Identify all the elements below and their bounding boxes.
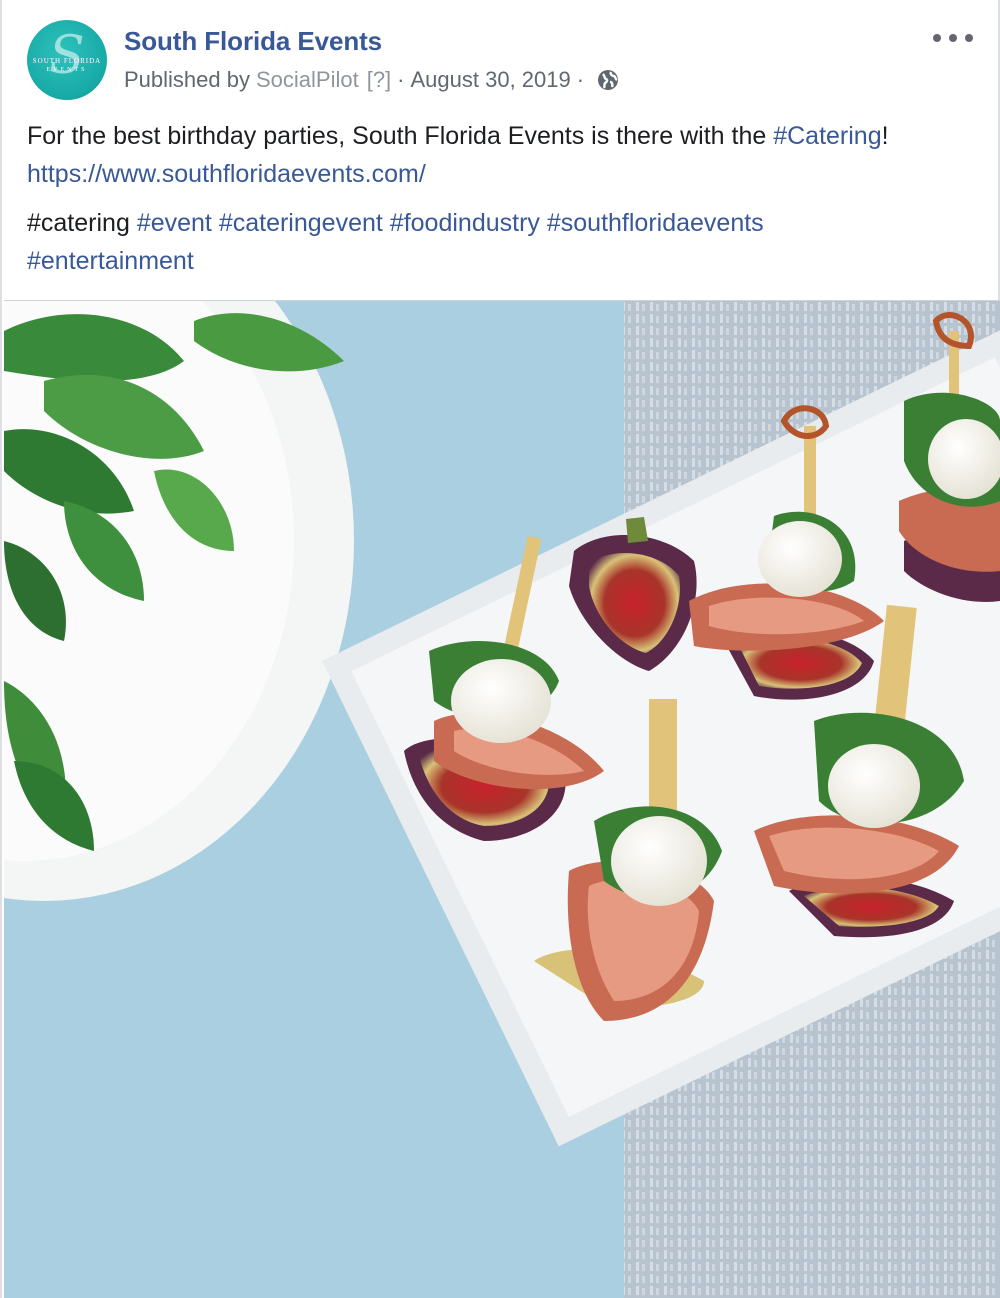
hashtag-link[interactable]: #foodindustry <box>390 209 540 237</box>
more-options-icon[interactable] <box>933 26 973 50</box>
hashtag-link[interactable]: #cateringevent <box>219 209 383 237</box>
page-avatar[interactable]: S SOUTH FLORIDA EVENTS <box>27 20 107 100</box>
hashtag-link[interactable]: #event <box>137 209 212 237</box>
globe-icon[interactable] <box>596 68 620 92</box>
hashtag-link[interactable]: #entertainment <box>27 247 194 275</box>
website-link[interactable]: https://www.southfloridaevents.com/ <box>27 160 426 188</box>
published-by-label: Published by <box>124 67 250 92</box>
hashtag-link[interactable]: #southfloridaevents <box>547 209 764 237</box>
post-text-line1: For the best birthday parties, South Flo… <box>27 122 774 150</box>
help-link[interactable]: [?] <box>367 67 391 93</box>
post-text: For the best birthday parties, South Flo… <box>27 117 987 193</box>
feed-post: S SOUTH FLORIDA EVENTS South Florida Eve… <box>0 0 1000 1298</box>
avatar-text-line1: SOUTH FLORIDA <box>32 57 102 65</box>
post-text-end: ! <box>881 122 889 150</box>
dot-icon <box>965 34 973 42</box>
meta-separator: · <box>397 67 405 92</box>
publisher-link[interactable]: SocialPilot <box>256 67 359 93</box>
hashtags-paragraph: #catering #event #cateringevent #foodind… <box>27 204 987 280</box>
dot-icon <box>949 34 957 42</box>
meta-separator-2: · <box>576 67 585 92</box>
hashtag-plain: #catering <box>27 209 130 237</box>
post-header: S SOUTH FLORIDA EVENTS South Florida Eve… <box>27 18 977 102</box>
post-meta: Published by SocialPilot [?] · August 30… <box>124 67 620 93</box>
avatar-text-line2: EVENTS <box>46 67 88 73</box>
dot-icon <box>933 34 941 42</box>
post-date-link[interactable]: August 30, 2019 <box>411 67 571 93</box>
avatar-monogram: S <box>49 26 85 86</box>
page-name-link[interactable]: South Florida Events <box>124 26 382 57</box>
catering-photo[interactable] <box>4 300 1000 1298</box>
hashtag-catering-link[interactable]: #Catering <box>773 122 881 150</box>
photo-illustration <box>4 301 1000 1298</box>
